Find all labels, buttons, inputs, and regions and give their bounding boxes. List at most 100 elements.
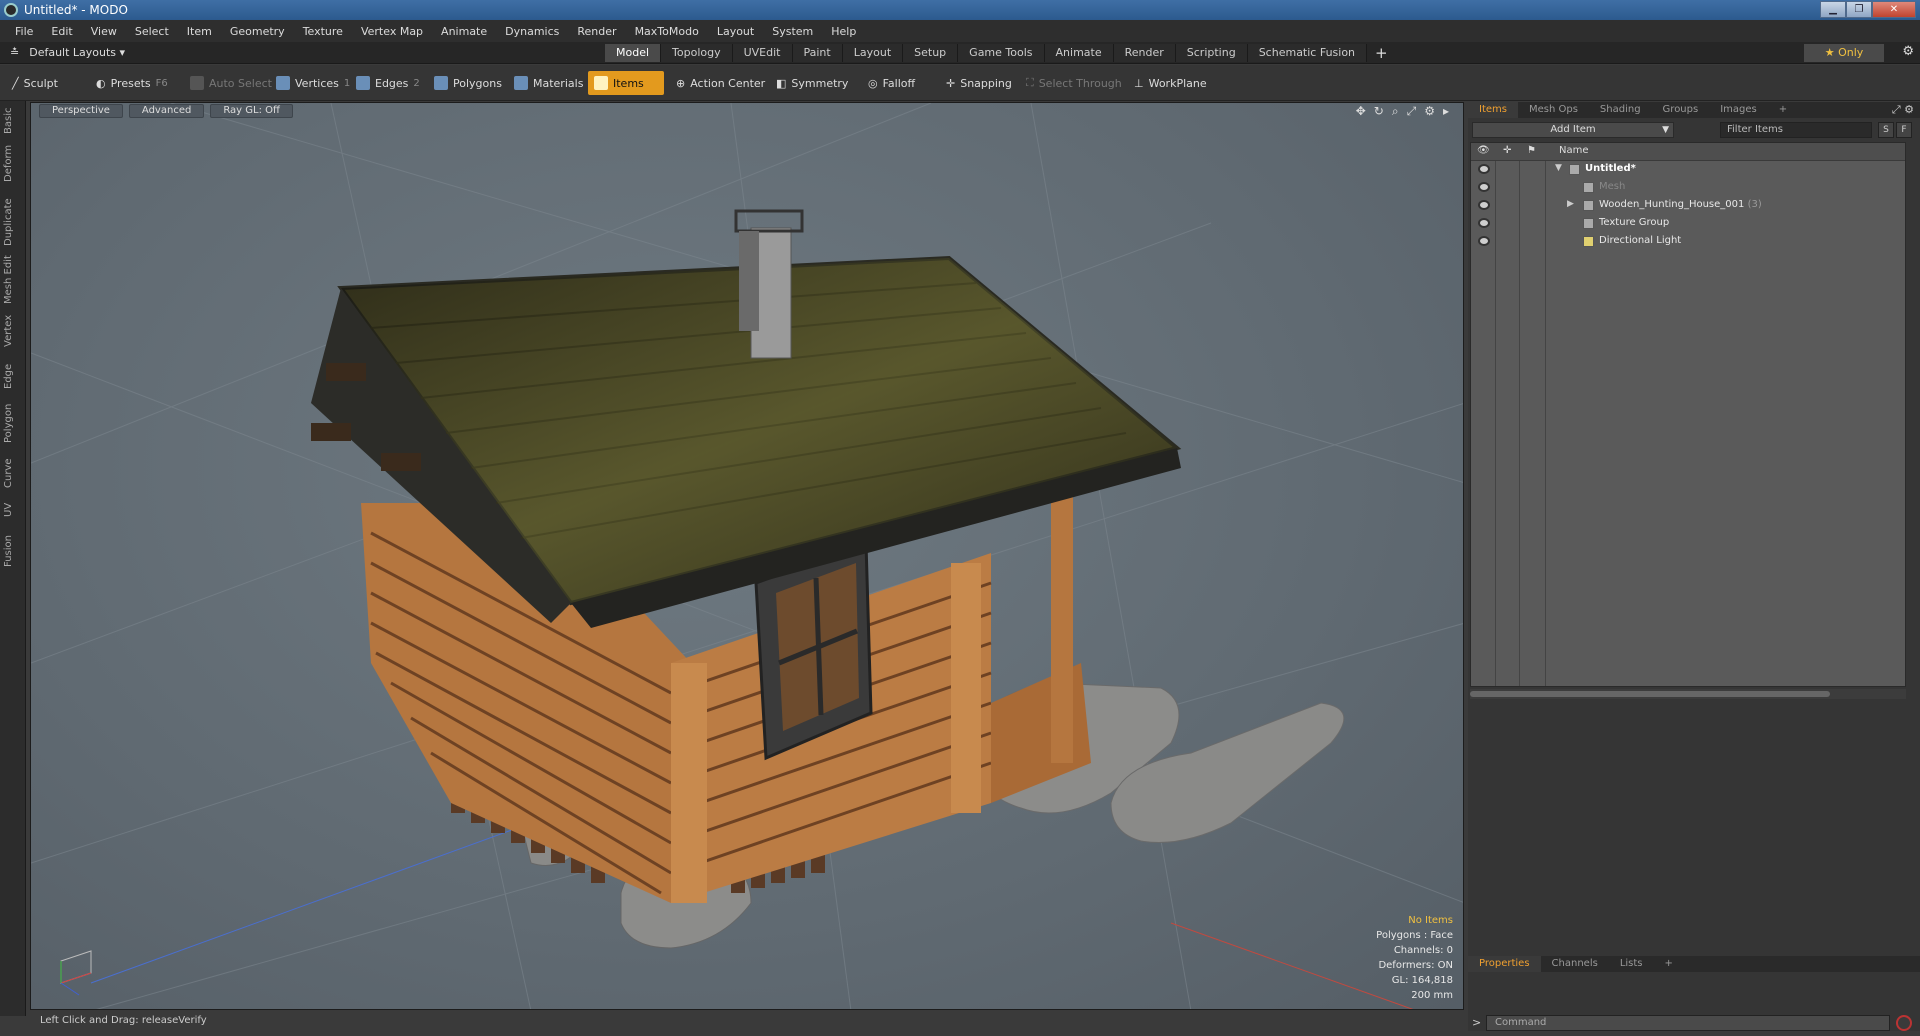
add-properties-tab-icon[interactable]: + — [1654, 956, 1684, 972]
tab-mesh-ops[interactable]: Mesh Ops — [1518, 102, 1589, 118]
raygl-button[interactable]: Ray GL: Off — [210, 104, 293, 118]
tab-shading[interactable]: Shading — [1589, 102, 1652, 118]
add-tab-icon[interactable]: + — [1367, 44, 1396, 62]
select-through-button[interactable]: ⛶ Select Through — [1020, 71, 1128, 95]
action-center-button[interactable]: ⊕ Action Center — [670, 71, 771, 95]
list-item-directional-light[interactable]: Directional Light — [1471, 233, 1905, 251]
menu-system[interactable]: System — [763, 25, 822, 38]
list-item-mesh[interactable]: Mesh — [1471, 179, 1905, 197]
menu-animate[interactable]: Animate — [432, 25, 496, 38]
name-column-header[interactable]: Name — [1559, 145, 1589, 156]
viewport-settings-icon[interactable]: ⚙ — [1424, 104, 1435, 119]
tab-model[interactable]: Model — [605, 44, 662, 62]
menu-edit[interactable]: Edit — [42, 25, 81, 38]
item-list-scrollbar[interactable] — [1470, 689, 1906, 699]
tab-animate[interactable]: Animate — [1044, 44, 1114, 62]
tab-paint[interactable]: Paint — [792, 44, 843, 62]
visibility-eye-icon[interactable] — [1478, 218, 1490, 228]
vtab-polygon[interactable]: Polygon — [3, 401, 23, 445]
falloff-button[interactable]: ◎ Falloff — [862, 71, 921, 95]
visibility-eye-icon[interactable] — [1478, 164, 1490, 174]
scrollbar-thumb[interactable] — [1470, 691, 1830, 697]
render-column-icon[interactable]: ⚑ — [1527, 145, 1536, 156]
visibility-eye-icon[interactable] — [1478, 182, 1490, 192]
menu-file[interactable]: File — [6, 25, 42, 38]
command-input[interactable]: Command — [1486, 1015, 1890, 1031]
menu-select[interactable]: Select — [126, 25, 178, 38]
zoom-icon[interactable]: ⌕ — [1392, 104, 1399, 119]
materials-button[interactable]: Materials — [508, 71, 589, 95]
tab-scripting[interactable]: Scripting — [1175, 44, 1248, 62]
tab-channels[interactable]: Channels — [1541, 956, 1609, 972]
symmetry-button[interactable]: ◧ Symmetry — [770, 71, 854, 95]
list-item-wooden-hunting-house[interactable]: ▶ Wooden_Hunting_House_001 (3) — [1471, 197, 1905, 215]
polygons-button[interactable]: Polygons — [428, 71, 508, 95]
minimize-button[interactable]: ▁ — [1820, 1, 1846, 18]
edges-button[interactable]: Edges 2 — [350, 71, 426, 95]
s-filter-button[interactable]: S — [1878, 122, 1894, 138]
viewport-3d[interactable]: Perspective Advanced Ray GL: Off ✥ ↻ ⌕ ⤢… — [30, 102, 1464, 1010]
vtab-deform[interactable]: Deform — [3, 143, 23, 183]
default-layouts-dropdown[interactable]: Default Layouts ▾ — [29, 46, 125, 59]
sculpt-button[interactable]: ╱ Sculpt — [6, 71, 64, 95]
rotate-icon[interactable]: ↻ — [1374, 104, 1384, 119]
list-item-texture-group[interactable]: Texture Group — [1471, 215, 1905, 233]
menu-texture[interactable]: Texture — [294, 25, 352, 38]
panel-options-icon[interactable]: ⤢ ⚙ — [1892, 103, 1914, 117]
items-button[interactable]: Items — [588, 71, 664, 95]
vtab-duplicate[interactable]: Duplicate — [3, 197, 23, 247]
menu-geometry[interactable]: Geometry — [221, 25, 294, 38]
close-button[interactable]: ✕ — [1872, 1, 1916, 18]
filter-items-input[interactable]: Filter Items — [1720, 122, 1872, 138]
menu-help[interactable]: Help — [822, 25, 865, 38]
tab-groups[interactable]: Groups — [1652, 102, 1710, 118]
vtab-fusion[interactable]: Fusion — [3, 533, 23, 569]
tab-topology[interactable]: Topology — [661, 44, 733, 62]
auto-select-button[interactable]: Auto Select — [184, 71, 278, 95]
perspective-button[interactable]: Perspective — [39, 104, 123, 118]
snapping-button[interactable]: ✛ Snapping — [940, 71, 1018, 95]
tab-layout[interactable]: Layout — [842, 44, 904, 62]
tab-uvedit[interactable]: UVEdit — [732, 44, 793, 62]
tab-items[interactable]: Items — [1468, 102, 1518, 118]
maximize-button[interactable]: ❐ — [1846, 1, 1872, 18]
tab-lists[interactable]: Lists — [1609, 956, 1654, 972]
menu-vertex-map[interactable]: Vertex Map — [352, 25, 432, 38]
list-item-untitled[interactable]: ▼ Untitled* — [1471, 161, 1905, 179]
pan-icon[interactable]: ✥ — [1356, 104, 1366, 119]
only-toggle[interactable]: ★ Only — [1804, 44, 1884, 62]
menu-render[interactable]: Render — [568, 25, 625, 38]
maximize-icon[interactable]: ⤢ — [1407, 104, 1417, 119]
lock-column-icon[interactable]: ✛ — [1503, 145, 1511, 156]
add-item-dropdown[interactable]: Add Item ▼ — [1472, 122, 1674, 138]
gear-icon[interactable]: ⚙ — [1902, 44, 1914, 59]
tab-setup[interactable]: Setup — [903, 44, 959, 62]
menu-item[interactable]: Item — [178, 25, 221, 38]
vtab-vertex[interactable]: Vertex — [3, 313, 23, 349]
presets-button[interactable]: ◐ Presets F6 — [90, 71, 174, 95]
menu-layout[interactable]: Layout — [708, 25, 763, 38]
tab-render[interactable]: Render — [1113, 44, 1176, 62]
visibility-column-icon[interactable]: 👁 — [1477, 145, 1490, 156]
vtab-mesh-edit[interactable]: Mesh Edit — [3, 255, 23, 305]
advanced-button[interactable]: Advanced — [128, 104, 205, 118]
expand-triangle-icon[interactable]: ▼ — [1555, 163, 1562, 173]
visibility-eye-icon[interactable] — [1478, 236, 1490, 246]
visibility-eye-icon[interactable] — [1478, 200, 1490, 210]
expand-arrow-icon[interactable]: ▸ — [1443, 104, 1449, 119]
menu-view[interactable]: View — [82, 25, 126, 38]
vertices-button[interactable]: Vertices 1 — [270, 71, 356, 95]
tab-properties[interactable]: Properties — [1468, 956, 1541, 972]
menu-dynamics[interactable]: Dynamics — [496, 25, 568, 38]
f-filter-button[interactable]: F — [1896, 122, 1912, 138]
tab-images[interactable]: Images — [1709, 102, 1768, 118]
item-list[interactable]: 👁 ✛ ⚑ Name ▼ Untitled* Mesh ▶ Wooden_Hun… — [1470, 142, 1906, 687]
add-panel-tab-icon[interactable]: + — [1768, 102, 1798, 118]
tab-schematic-fusion[interactable]: Schematic Fusion — [1247, 44, 1368, 62]
workplane-button[interactable]: ⊥ WorkPlane — [1128, 71, 1213, 95]
vtab-edge[interactable]: Edge — [3, 361, 23, 391]
command-record-icon[interactable] — [1896, 1015, 1912, 1031]
expand-triangle-icon[interactable]: ▶ — [1567, 199, 1574, 209]
layout-toggle-icon[interactable]: ≛ — [10, 46, 19, 59]
tab-game-tools[interactable]: Game Tools — [958, 44, 1045, 62]
